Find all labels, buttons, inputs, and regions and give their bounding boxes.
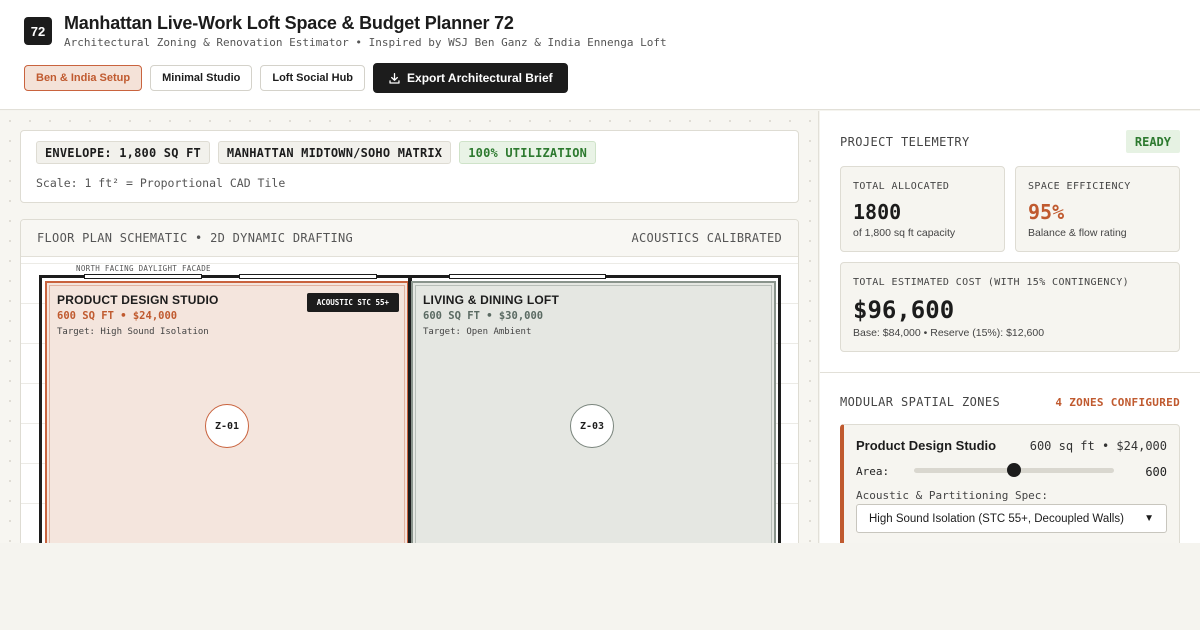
app-logo: 72 <box>24 17 52 45</box>
preset-minimal-studio-button[interactable]: Minimal Studio <box>150 65 253 91</box>
workspace-canvas: ENVELOPE: 1,800 SQ FT MANHATTAN MIDTOWN/… <box>0 111 819 543</box>
zone-meta: 600 SQ FT • $24,000 <box>57 310 178 322</box>
page-title: Manhattan Live-Work Loft Space & Budget … <box>64 13 514 33</box>
preset-toolbar: Ben & India Setup Minimal Studio Loft So… <box>24 63 568 93</box>
zones-heading: MODULAR SPATIAL ZONES <box>840 395 1001 409</box>
zone-id-marker: Z-01 <box>205 404 249 448</box>
zone-living-dining-loft[interactable]: LIVING & DINING LOFT 600 SQ FT • $30,000… <box>411 281 776 543</box>
telemetry-heading: PROJECT TELEMETRY <box>840 135 970 149</box>
floor-plan-panel: FLOOR PLAN SCHEMATIC • 2D DYNAMIC DRAFTI… <box>20 219 799 543</box>
zone-name: LIVING & DINING LOFT <box>423 293 559 307</box>
status-badge: READY <box>1125 130 1180 153</box>
window <box>239 274 377 279</box>
utilization-chip: 100% UTILIZATION <box>459 141 597 164</box>
card-value: $96,600 <box>853 296 955 324</box>
window <box>84 274 202 279</box>
area-label: Area: <box>856 465 890 478</box>
telemetry-sidebar: PROJECT TELEMETRY READY TOTAL ALLOCATED … <box>820 111 1200 543</box>
acoustics-status: ACOUSTICS CALIBRATED <box>631 231 782 245</box>
card-sub: Balance & flow rating <box>1028 227 1127 239</box>
total-cost-card: TOTAL ESTIMATED COST (WITH 15% CONTINGEN… <box>840 262 1180 352</box>
zone-config-card: Product Design Studio 600 sq ft • $24,00… <box>840 424 1180 543</box>
space-efficiency-card: SPACE EFFICIENCY 95% Balance & flow rati… <box>1015 166 1180 252</box>
window <box>449 274 606 279</box>
card-sub: of 1,800 sq ft capacity <box>853 227 956 239</box>
zone-config-name: Product Design Studio <box>856 438 997 453</box>
export-brief-button[interactable]: Export Architectural Brief <box>373 63 568 93</box>
area-value: 600 <box>1145 465 1167 479</box>
floor-plan-title: FLOOR PLAN SCHEMATIC • 2D DYNAMIC DRAFTI… <box>37 231 354 245</box>
chevron-down-icon: ▼ <box>1144 513 1154 524</box>
zone-id-marker: Z-03 <box>570 404 614 448</box>
acoustic-badge: ACOUSTIC STC 55+ <box>306 293 399 312</box>
building-envelope: PRODUCT DESIGN STUDIO 600 SQ FT • $24,00… <box>39 274 781 543</box>
area-slider[interactable] <box>914 463 1114 477</box>
zone-product-design-studio[interactable]: PRODUCT DESIGN STUDIO 600 SQ FT • $24,00… <box>45 281 409 543</box>
location-chip: MANHATTAN MIDTOWN/SOHO MATRIX <box>217 141 452 164</box>
card-value: 1800 <box>853 200 902 224</box>
floor-plan-drawing: NORTH FACING DAYLIGHT FACADE PRODUCT DES… <box>21 257 798 543</box>
preset-ben-india-button[interactable]: Ben & India Setup <box>24 65 143 91</box>
page-subtitle: Architectural Zoning & Renovation Estima… <box>64 36 667 49</box>
area-slider-thumb[interactable] <box>1007 463 1021 477</box>
preset-loft-social-hub-button[interactable]: Loft Social Hub <box>260 65 366 91</box>
card-value: 95% <box>1028 200 1065 224</box>
zone-target: Target: High Sound Isolation <box>57 327 209 337</box>
card-sub: Base: $84,000 • Reserve (15%): $12,600 <box>853 327 1045 339</box>
zones-count: 4 ZONES CONFIGURED <box>1055 396 1180 409</box>
spec-label: Acoustic & Partitioning Spec: <box>856 489 1049 502</box>
acoustic-spec-select[interactable]: High Sound Isolation (STC 55+, Decoupled… <box>856 504 1167 533</box>
floor-plan-header: FLOOR PLAN SCHEMATIC • 2D DYNAMIC DRAFTI… <box>21 220 798 257</box>
envelope-chip: ENVELOPE: 1,800 SQ FT <box>36 141 210 164</box>
export-brief-label: Export Architectural Brief <box>407 71 553 85</box>
zone-target: Target: Open Ambient <box>423 327 532 337</box>
zone-config-meta: 600 sq ft • $24,000 <box>1029 439 1167 453</box>
facade-label: NORTH FACING DAYLIGHT FACADE <box>76 264 211 273</box>
card-label: TOTAL ALLOCATED <box>853 181 950 192</box>
acoustic-spec-value: High Sound Isolation (STC 55+, Decoupled… <box>869 512 1124 525</box>
zone-meta: 600 SQ FT • $30,000 <box>423 310 544 322</box>
app-header: 72 Manhattan Live-Work Loft Space & Budg… <box>0 0 1200 110</box>
download-icon <box>389 72 400 84</box>
section-divider <box>820 372 1200 373</box>
total-allocated-card: TOTAL ALLOCATED 1800 of 1,800 sq ft capa… <box>840 166 1005 252</box>
scale-label: Scale: 1 ft² = Proportional CAD Tile <box>36 176 286 190</box>
envelope-summary: ENVELOPE: 1,800 SQ FT MANHATTAN MIDTOWN/… <box>20 130 799 203</box>
card-label: TOTAL ESTIMATED COST (WITH 15% CONTINGEN… <box>853 277 1130 288</box>
card-label: SPACE EFFICIENCY <box>1028 181 1131 192</box>
zone-name: PRODUCT DESIGN STUDIO <box>57 293 219 307</box>
